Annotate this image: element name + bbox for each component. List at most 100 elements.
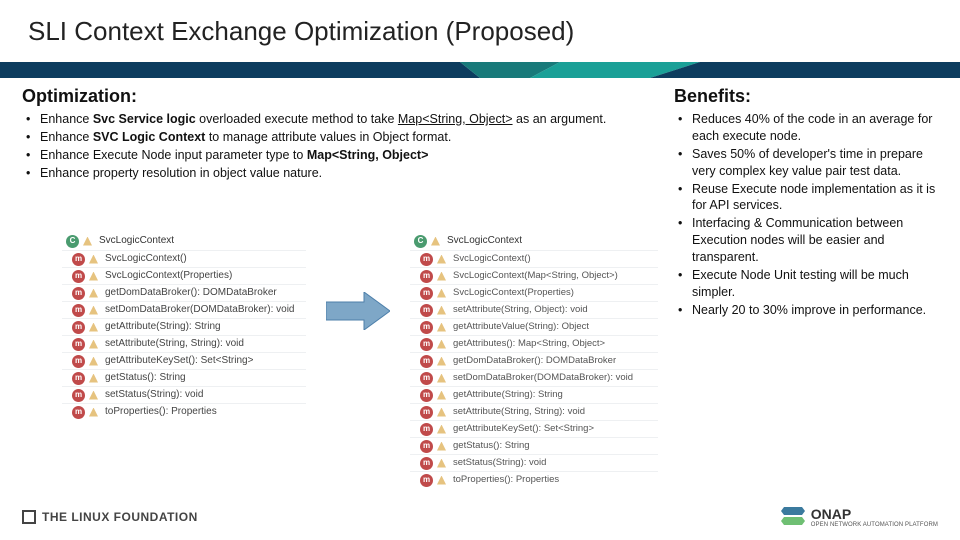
method-row: m getStatus(): String [62,369,306,386]
optimization-item: Enhance SVC Logic Context to manage attr… [22,129,662,146]
method-badge-icon: m [72,372,85,385]
method-row: m setDomDataBroker(DOMDataBroker): void [62,301,306,318]
linux-foundation-logo: THE LINUX FOUNDATION [22,510,198,524]
benefits-item: Reuse Execute node implementation as it … [674,181,938,215]
method-signature: getStatus(): String [453,439,530,453]
method-row: m getAttribute(String): String [410,386,658,403]
method-badge-icon: m [420,355,433,368]
type-icon [89,323,98,332]
method-row: m SvcLogicContext(Properties) [62,267,306,284]
method-row: m getStatus(): String [410,437,658,454]
method-badge-icon: m [420,372,433,385]
method-badge-icon: m [72,287,85,300]
method-badge-icon: m [420,304,433,317]
method-badge-icon: m [72,253,85,266]
method-signature: SvcLogicContext(Properties) [105,269,232,283]
type-icon [89,374,98,383]
type-icon [437,408,446,417]
method-signature: setDomDataBroker(DOMDataBroker): void [105,303,295,317]
method-badge-icon: m [72,406,85,419]
method-signature: setStatus(String): void [105,388,203,402]
method-badge-icon: m [420,321,433,334]
method-signature: SvcLogicContext(Properties) [453,286,574,300]
method-signature: getAttribute(String): String [453,388,563,402]
method-signature: setStatus(String): void [453,456,546,470]
method-badge-icon: m [72,321,85,334]
method-signature: SvcLogicContext() [105,252,187,266]
optimization-heading: Optimization: [22,86,662,107]
method-signature: getAttributeValue(String): Object [453,320,589,334]
type-icon [437,340,446,349]
type-icon [89,408,98,417]
type-icon [437,459,446,468]
lf-icon [22,510,36,524]
method-badge-icon: m [420,389,433,402]
type-icon [437,272,446,281]
optimization-item: Enhance Execute Node input parameter typ… [22,147,662,164]
method-signature: SvcLogicContext(Map<String, Object>) [453,269,618,283]
type-icon [89,306,98,315]
benefits-item: Execute Node Unit testing will be much s… [674,267,938,301]
method-signature: setDomDataBroker(DOMDataBroker): void [453,371,633,385]
method-row: m getAttributeValue(String): Object [410,318,658,335]
type-icon [431,237,440,246]
method-signature: getAttributeKeySet(): Set<String> [453,422,594,436]
class-panel-after: CSvcLogicContextmSvcLogicContext()mSvcLo… [410,232,658,488]
slide-title: SLI Context Exchange Optimization (Propo… [28,16,960,47]
class-name: SvcLogicContext [99,234,174,248]
method-row: mtoProperties(): Properties [410,471,658,488]
method-signature: toProperties(): Properties [105,405,217,419]
arrow-icon [326,292,390,330]
type-icon [437,289,446,298]
optimization-item: Enhance Svc Service logic overloaded exe… [22,111,662,128]
onap-logo: ONAP OPEN NETWORK AUTOMATION PLATFORM [781,506,938,528]
onap-text: ONAP [811,506,938,522]
type-icon [89,357,98,366]
method-row: m setDomDataBroker(DOMDataBroker): void [410,369,658,386]
type-icon [437,323,446,332]
method-row: mSvcLogicContext(Map<String, Object>) [410,267,658,284]
title-stripe [0,54,960,78]
type-icon [89,289,98,298]
method-badge-icon: m [420,440,433,453]
benefits-column: Benefits: Reduces 40% of the code in an … [674,86,938,320]
type-icon [437,425,446,434]
method-row: m SvcLogicContext() [62,250,306,267]
method-row: m toProperties(): Properties [62,403,306,420]
class-badge-icon: C [66,235,79,248]
type-icon [437,306,446,315]
class-badge-icon: C [414,235,427,248]
type-icon [89,340,98,349]
method-row: m getDomDataBroker(): DOMDataBroker [410,352,658,369]
method-badge-icon: m [72,304,85,317]
method-badge-icon: m [72,389,85,402]
method-signature: SvcLogicContext() [453,252,531,266]
type-icon [83,237,92,246]
method-signature: getStatus(): String [105,371,186,385]
method-signature: getDomDataBroker(): DOMDataBroker [105,286,277,300]
method-row: m getAttributeKeySet(): Set<String> [410,420,658,437]
type-icon [89,255,98,264]
class-diagram: CSvcLogicContextmSvcLogicContext()mSvcLo… [62,232,658,488]
class-name: SvcLogicContext [447,234,522,248]
method-signature: getAttributeKeySet(): Set<String> [105,354,253,368]
method-signature: toProperties(): Properties [453,473,559,487]
benefits-heading: Benefits: [674,86,938,107]
type-icon [437,374,446,383]
method-row: mgetAttribute(String): String [62,318,306,335]
type-icon [437,357,446,366]
method-badge-icon: m [420,423,433,436]
method-badge-icon: m [420,406,433,419]
type-icon [437,255,446,264]
type-icon [437,476,446,485]
method-signature: getDomDataBroker(): DOMDataBroker [453,354,616,368]
method-signature: setAttribute(String, String): void [105,337,244,351]
benefits-item: Reduces 40% of the code in an average fo… [674,111,938,145]
method-badge-icon: m [72,270,85,283]
benefits-list: Reduces 40% of the code in an average fo… [674,111,938,319]
benefits-item: Saves 50% of developer's time in prepare… [674,146,938,180]
optimization-item: Enhance property resolution in object va… [22,165,662,182]
method-badge-icon: m [420,457,433,470]
type-icon [437,391,446,400]
method-row: mSvcLogicContext(Properties) [410,284,658,301]
